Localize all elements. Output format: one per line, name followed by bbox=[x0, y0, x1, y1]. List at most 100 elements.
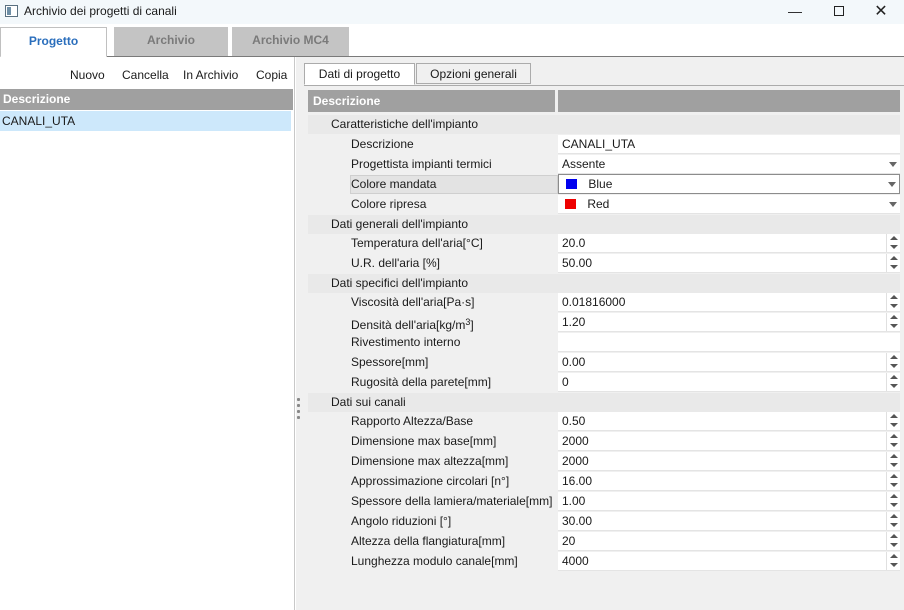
color-swatch bbox=[565, 198, 576, 209]
tab-archivio[interactable]: Archivio bbox=[114, 27, 228, 56]
spinner-icon[interactable] bbox=[886, 313, 900, 331]
property-name-column-header: Descrizione bbox=[308, 90, 555, 112]
spessore-lamiera-input[interactable]: 1.00 bbox=[558, 492, 900, 511]
spinner-icon[interactable] bbox=[886, 512, 900, 530]
spinner-icon[interactable] bbox=[886, 472, 900, 490]
category-row[interactable]: Caratteristiche dell'impianto bbox=[308, 115, 900, 134]
spinner-icon[interactable] bbox=[886, 452, 900, 470]
property-row: Rivestimento interno bbox=[308, 333, 900, 352]
spinner-icon[interactable] bbox=[886, 432, 900, 450]
category-value-cell bbox=[558, 393, 900, 412]
spinner-icon[interactable] bbox=[886, 492, 900, 510]
category-label: Dati sui canali bbox=[308, 393, 558, 412]
input-value: 1.20 bbox=[562, 315, 586, 329]
property-label: Spessore[mm] bbox=[308, 353, 558, 372]
category-value-cell bbox=[558, 215, 900, 234]
rivestimento-input[interactable] bbox=[558, 333, 900, 352]
property-row: Dimensione max base[mm] 2000 bbox=[308, 432, 900, 451]
spinner-icon[interactable] bbox=[886, 412, 900, 430]
property-label: Approssimazione circolari [n°] bbox=[308, 472, 558, 491]
project-toolbar: Nuovo Cancella In Archivio Copia bbox=[0, 65, 293, 85]
project-list-panel: Nuovo Cancella In Archivio Copia Descriz… bbox=[0, 57, 295, 610]
property-row: Spessore[mm] 0.00 bbox=[308, 353, 900, 372]
category-row[interactable]: Dati generali dell'impianto bbox=[308, 215, 900, 234]
rapporto-input[interactable]: 0.50 bbox=[558, 412, 900, 431]
label-text: Densità dell'aria[kg/m bbox=[351, 318, 466, 332]
chevron-down-icon[interactable] bbox=[886, 155, 900, 173]
property-row: Altezza della flangiatura[mm] 20 bbox=[308, 532, 900, 551]
colore-mandata-dropdown[interactable]: Blue bbox=[558, 174, 900, 194]
copy-button[interactable]: Copia bbox=[256, 68, 287, 82]
archive-button[interactable]: In Archivio bbox=[183, 68, 238, 82]
title-bar: Archivio dei progetti di canali — ✕ bbox=[0, 0, 904, 24]
tab-archivio-mc4[interactable]: Archivio MC4 bbox=[232, 27, 349, 56]
tab-opzioni-generali[interactable]: Opzioni generali bbox=[416, 63, 531, 84]
descrizione-input[interactable]: CANALI_UTA bbox=[558, 135, 900, 154]
property-value-column-header bbox=[558, 90, 900, 112]
flangiatura-input[interactable]: 20 bbox=[558, 532, 900, 551]
ur-input[interactable]: 50.00 bbox=[558, 254, 900, 273]
spinner-icon[interactable] bbox=[886, 234, 900, 252]
window-icon bbox=[5, 5, 18, 17]
minimize-button[interactable]: — bbox=[772, 0, 818, 24]
spinner-icon[interactable] bbox=[886, 254, 900, 272]
category-row[interactable]: Dati specifici dell'impianto bbox=[308, 274, 900, 293]
property-label: Viscosità dell'aria[Pa·s] bbox=[308, 293, 558, 312]
list-item[interactable]: CANALI_UTA bbox=[0, 111, 291, 131]
chevron-down-icon[interactable] bbox=[886, 195, 900, 213]
property-label: Rugosità della parete[mm] bbox=[308, 373, 558, 392]
spinner-icon[interactable] bbox=[886, 353, 900, 371]
new-button[interactable]: Nuovo bbox=[70, 68, 105, 82]
spinner-icon[interactable] bbox=[886, 532, 900, 550]
maximize-button[interactable] bbox=[816, 0, 862, 24]
label-text-end: ] bbox=[470, 318, 474, 332]
property-row: Rugosità della parete[mm] 0 bbox=[308, 373, 900, 392]
close-button[interactable]: ✕ bbox=[858, 0, 904, 24]
panel-splitter[interactable] bbox=[296, 57, 304, 610]
viscosita-input[interactable]: 0.01816000 bbox=[558, 293, 900, 312]
property-label: U.R. dell'aria [%] bbox=[308, 254, 558, 273]
delete-button[interactable]: Cancella bbox=[122, 68, 169, 82]
tab-dati-di-progetto[interactable]: Dati di progetto bbox=[304, 63, 415, 85]
approssimazione-input[interactable]: 16.00 bbox=[558, 472, 900, 491]
property-row: Progettista impianti termici Assente bbox=[308, 155, 900, 174]
property-row: Approssimazione circolari [n°] 16.00 bbox=[308, 472, 900, 491]
property-label: Temperatura dell'aria[°C] bbox=[308, 234, 558, 253]
spinner-icon[interactable] bbox=[886, 552, 900, 570]
input-value: 4000 bbox=[562, 554, 589, 568]
property-label: Lunghezza modulo canale[mm] bbox=[308, 552, 558, 571]
temperatura-input[interactable]: 20.0 bbox=[558, 234, 900, 253]
property-label: Spessore della lamiera/materiale[mm] bbox=[308, 492, 558, 511]
property-row: Rapporto Altezza/Base 0.50 bbox=[308, 412, 900, 431]
angolo-input[interactable]: 30.00 bbox=[558, 512, 900, 531]
progettista-dropdown[interactable]: Assente bbox=[558, 155, 900, 174]
color-swatch bbox=[566, 178, 577, 189]
list-column-header[interactable]: Descrizione bbox=[0, 89, 293, 110]
category-row[interactable]: Dati sui canali bbox=[308, 393, 900, 412]
property-row-selected: Colore mandata Blue bbox=[308, 174, 900, 194]
tab-progetto[interactable]: Progetto bbox=[0, 27, 107, 58]
chevron-down-icon[interactable] bbox=[885, 175, 899, 193]
input-value: 2000 bbox=[562, 434, 589, 448]
project-details-panel: Dati di progetto Opzioni generali Descri… bbox=[304, 57, 904, 610]
main-tab-bar: Progetto Archivio Archivio MC4 bbox=[0, 26, 904, 58]
category-label: Dati generali dell'impianto bbox=[308, 215, 558, 234]
input-value: 2000 bbox=[562, 454, 589, 468]
category-value-cell bbox=[558, 115, 900, 134]
spinner-icon[interactable] bbox=[886, 293, 900, 311]
splitter-grip-dot bbox=[297, 398, 300, 401]
property-label: Progettista impianti termici bbox=[308, 155, 558, 174]
input-value: 20.0 bbox=[562, 236, 586, 250]
dim-base-input[interactable]: 2000 bbox=[558, 432, 900, 451]
property-grid-header: Descrizione bbox=[308, 90, 900, 112]
dim-altezza-input[interactable]: 2000 bbox=[558, 452, 900, 471]
category-value-cell bbox=[558, 274, 900, 293]
input-value: 0 bbox=[562, 375, 569, 389]
input-value: 30.00 bbox=[562, 514, 593, 528]
spessore-input[interactable]: 0.00 bbox=[558, 353, 900, 372]
spinner-icon[interactable] bbox=[886, 373, 900, 391]
rugosita-input[interactable]: 0 bbox=[558, 373, 900, 392]
colore-ripresa-dropdown[interactable]: Red bbox=[558, 195, 900, 214]
densita-input[interactable]: 1.20 bbox=[558, 313, 900, 332]
lunghezza-input[interactable]: 4000 bbox=[558, 552, 900, 571]
